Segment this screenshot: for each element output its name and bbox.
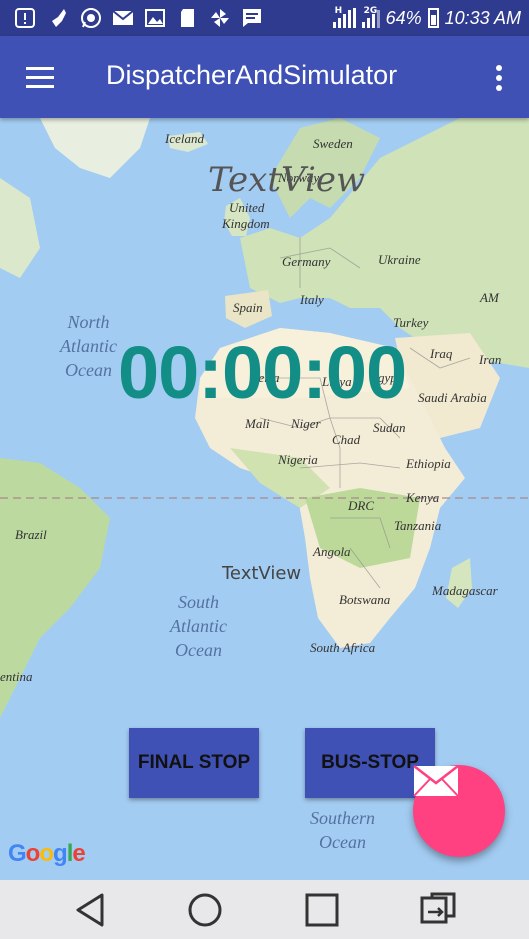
alert-icon [15,8,35,28]
map-label-brazil: Brazil [15,527,47,542]
envelope-icon [413,765,459,797]
map-label-am: AM [480,290,499,305]
timer-display: 00:00:00 [118,331,407,414]
map-label-southern-ocean: Southern Ocean [310,808,375,852]
status-bar: H 2G 64% 10:33 AM [0,0,529,36]
map-label-turkey: Turkey [393,315,429,330]
switch-app-icon[interactable] [418,890,458,930]
map-label-north-atlantic: North Atlantic Ocean [60,312,117,380]
app-bar: DispatcherAndSimulator [0,36,529,118]
battery-percent: 64% [385,7,422,28]
menu-button[interactable] [22,61,58,93]
map-label-italy: Italy [300,292,324,307]
map-label-tanzania: Tanzania [394,518,442,533]
broom-icon [52,9,66,27]
textview-middle: TextView [222,563,302,584]
map-view[interactable]: Iceland Sweden Norway United Kingdom Ger… [0,118,529,880]
map-label-south-atlantic: South Atlantic Ocean [170,592,227,660]
sd-card-icon [181,9,194,27]
map-label-germany: Germany [282,254,331,269]
whatsapp-icon [81,8,101,28]
map-label-angola: Angola [313,544,351,559]
map-label-kenya: Kenya [406,490,440,505]
map-label-chad: Chad [332,432,361,447]
pinwheel-icon [211,9,229,27]
network-h-indicator: H [332,6,356,28]
map-label-saudi-arabia: Saudi Arabia [418,390,487,405]
back-icon[interactable] [70,890,110,930]
email-fab[interactable] [413,765,505,857]
navigation-bar [0,880,529,939]
recents-icon[interactable] [302,890,342,930]
map-label-botswana: Botswana [339,592,391,607]
map-label-mali: Mali [245,416,270,431]
map-label-iceland: Iceland [165,131,204,146]
map-label-drc: DRC [348,498,374,513]
map-label-spain: Spain [233,300,263,315]
map-label-argentina: entina [0,669,33,684]
map-label-sweden: Sweden [313,136,353,151]
network-2g-indicator: 2G [361,6,380,28]
textview-top: TextView [208,160,366,200]
map-label-south-africa: South Africa [310,640,376,655]
map-label-kingdom: Kingdom [222,216,270,231]
map-label-nigeria: Nigeria [278,452,318,467]
map-label-ethiopia: Ethiopia [406,456,451,471]
home-icon[interactable] [185,890,225,930]
map-label-iraq: Iraq [430,346,453,361]
google-logo: Google [8,840,86,867]
message-icon [243,9,261,27]
overflow-menu-button[interactable] [487,62,511,94]
map-label-niger: Niger [291,416,321,431]
battery-icon [427,8,439,28]
image-icon [145,9,165,27]
mail-icon [112,10,134,25]
map-label-madagascar: Madagascar [432,583,498,598]
final-stop-button[interactable]: FINAL STOP [129,728,259,798]
map-label-ukraine: Ukraine [378,252,421,267]
clock: 10:33 AM [444,7,521,28]
app-title: DispatcherAndSimulator [106,60,398,90]
map-label-sudan: Sudan [373,420,406,435]
map-label-iran: Iran [479,352,502,367]
map-label-united: United [229,200,265,215]
